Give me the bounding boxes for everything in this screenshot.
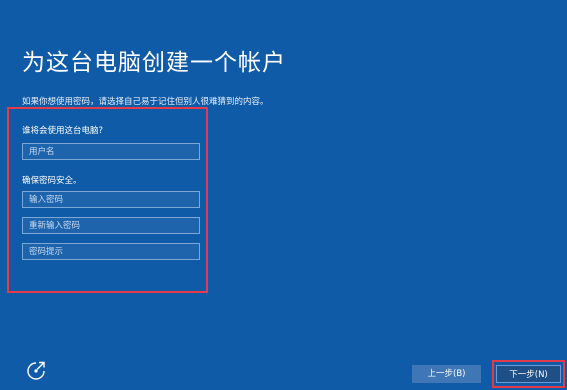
secure-label: 确保密码安全。 bbox=[22, 176, 82, 186]
reenter-password-input[interactable] bbox=[22, 217, 200, 234]
password-hint-input[interactable] bbox=[22, 243, 200, 260]
password-input[interactable] bbox=[22, 191, 200, 208]
who-label: 谁将会使用这台电脑? bbox=[22, 126, 104, 136]
page-subtitle: 如果你想使用密码，请选择自己易于记住但别人很难猜到的内容。 bbox=[22, 97, 269, 107]
next-button[interactable]: 下一步(N) bbox=[496, 365, 561, 383]
back-button[interactable]: 上一步(B) bbox=[412, 365, 481, 383]
page-title: 为这台电脑创建一个帐户 bbox=[22, 50, 286, 76]
ease-of-access-icon[interactable] bbox=[25, 360, 47, 382]
username-input[interactable] bbox=[22, 143, 200, 160]
